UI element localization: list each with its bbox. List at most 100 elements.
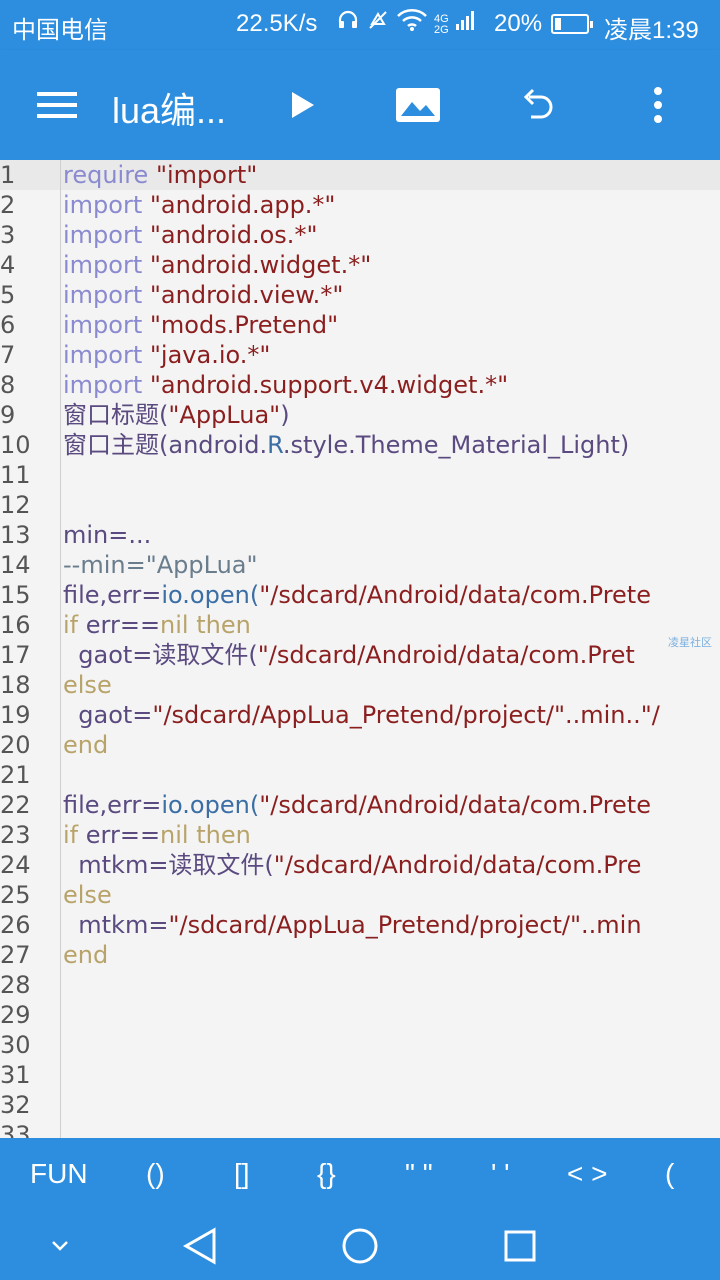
code-token: end (63, 731, 109, 759)
line-number: 7 (0, 341, 16, 369)
line-number: 21 (0, 761, 31, 789)
more-vertical-icon[interactable] (633, 80, 683, 130)
code-token: file,err= (63, 581, 162, 609)
code-token: R (267, 431, 283, 459)
code-token: "android.widget.*" (149, 251, 372, 279)
code-token: io.open( (161, 791, 260, 819)
back-triangle-icon[interactable] (178, 1224, 222, 1268)
line-number: 3 (0, 221, 16, 249)
line-number: 1 (0, 161, 16, 189)
battery-icon (551, 14, 593, 34)
code-token: nil then (160, 611, 251, 639)
code-token: else (63, 671, 112, 699)
line-number: 20 (0, 731, 31, 759)
chevron-down-icon[interactable] (38, 1224, 82, 1268)
gutter-divider (60, 160, 61, 1138)
code-token: import (63, 371, 150, 399)
hamburger-menu-icon[interactable] (32, 80, 82, 130)
code-token: gaot=读取文件( (63, 641, 258, 669)
code-token: import (63, 191, 150, 219)
status-bar: 中国电信 22.5K/s 4G 2G 20% 凌晨1:39 (0, 0, 720, 50)
symbol-angle-brackets[interactable]: < > (567, 1158, 607, 1190)
line-number: 17 (0, 641, 31, 669)
code-text: else (63, 670, 112, 700)
line-number: 24 (0, 851, 31, 879)
code-text: require "import" (63, 160, 257, 190)
line-number: 26 (0, 911, 31, 939)
code-token: "java.io.*" (149, 341, 271, 369)
code-token: --min="AppLua" (63, 551, 258, 579)
code-text: end (63, 940, 108, 970)
code-text: import "java.io.*" (63, 340, 270, 370)
wifi-icon (396, 8, 428, 41)
line-number: 10 (0, 431, 31, 459)
code-text: end (63, 730, 108, 760)
code-text: file,err=io.open("/sdcard/Android/data/c… (63, 580, 651, 610)
code-token: mtkm= (63, 911, 169, 939)
code-token: mtkm=读取文件( (63, 851, 274, 879)
image-icon[interactable] (393, 80, 443, 130)
code-token: gaot= (63, 701, 153, 729)
line-number: 8 (0, 371, 16, 399)
home-circle-icon[interactable] (338, 1224, 382, 1268)
code-token: "/sdcard/Android/data/com.Pre (273, 851, 642, 879)
code-token: import (63, 281, 150, 309)
code-token: import (63, 311, 150, 339)
headphones-icon (336, 8, 360, 41)
code-text: gaot="/sdcard/AppLua_Pretend/project/"..… (63, 700, 660, 730)
code-token: "android.view.*" (149, 281, 344, 309)
line-number: 5 (0, 281, 16, 309)
code-token: 窗口标题( (63, 401, 169, 429)
code-text: import "mods.Pretend" (63, 310, 338, 340)
code-token: "AppLua" (168, 401, 281, 429)
code-text: import "android.app.*" (63, 190, 335, 220)
play-icon[interactable] (276, 80, 326, 130)
line-number: 12 (0, 491, 31, 519)
symbol-braces[interactable]: {} (317, 1158, 336, 1190)
code-token: else (63, 881, 112, 909)
line-number: 31 (0, 1061, 31, 1089)
line-number: 18 (0, 671, 31, 699)
code-token: import (63, 341, 150, 369)
symbol-bar: FUN () [] {} " " ' ' < > ( (0, 1138, 720, 1210)
code-token: "/sdcard/Android/data/com.Pret (257, 641, 635, 669)
symbol-double-quotes[interactable]: " " (405, 1158, 433, 1190)
line-number: 28 (0, 971, 31, 999)
line-number: 22 (0, 791, 31, 819)
code-text: --min="AppLua" (63, 550, 258, 580)
code-editor[interactable]: 1 require "import" 2 import "android.app.*"… (0, 160, 720, 1138)
code-token: require (63, 161, 156, 189)
symbol-open-paren[interactable]: ( (665, 1158, 674, 1190)
code-token: min=... (63, 521, 152, 549)
symbol-single-quotes[interactable]: ' ' (491, 1158, 509, 1190)
code-token: "import" (155, 161, 258, 189)
code-text: min=... (63, 520, 151, 550)
code-token: ) (280, 401, 290, 429)
code-token: "/sdcard/Android/data/com.Prete (259, 791, 651, 819)
line-number: 15 (0, 581, 31, 609)
status-icons: 4G 2G (336, 8, 477, 41)
editor-title: lua编... (112, 90, 227, 131)
navigation-bar (0, 1210, 720, 1280)
code-token: .style.Theme_Material_Light) (282, 431, 630, 459)
code-text: if err==nil then (63, 820, 251, 850)
line-number: 23 (0, 821, 31, 849)
line-number: 32 (0, 1091, 31, 1119)
symbol-fun[interactable]: FUN (30, 1158, 88, 1190)
code-text: import "android.widget.*" (63, 250, 371, 280)
code-token: nil then (160, 821, 251, 849)
line-number: 13 (0, 521, 31, 549)
code-text: mtkm="/sdcard/AppLua_Pretend/project/"..… (63, 910, 642, 940)
line-number: 19 (0, 701, 31, 729)
code-text: import "android.view.*" (63, 280, 343, 310)
code-token: if (63, 611, 86, 639)
code-text: else (63, 880, 112, 910)
symbol-parens[interactable]: () (146, 1158, 165, 1190)
code-token: "/sdcard/AppLua_Pretend/project/"..min (168, 911, 642, 939)
code-token: "mods.Pretend" (149, 311, 339, 339)
code-token: "android.app.*" (149, 191, 336, 219)
recents-square-icon[interactable] (498, 1224, 542, 1268)
clock: 凌晨1:39 (604, 17, 699, 44)
undo-icon[interactable] (513, 80, 563, 130)
symbol-brackets[interactable]: [] (234, 1158, 250, 1190)
